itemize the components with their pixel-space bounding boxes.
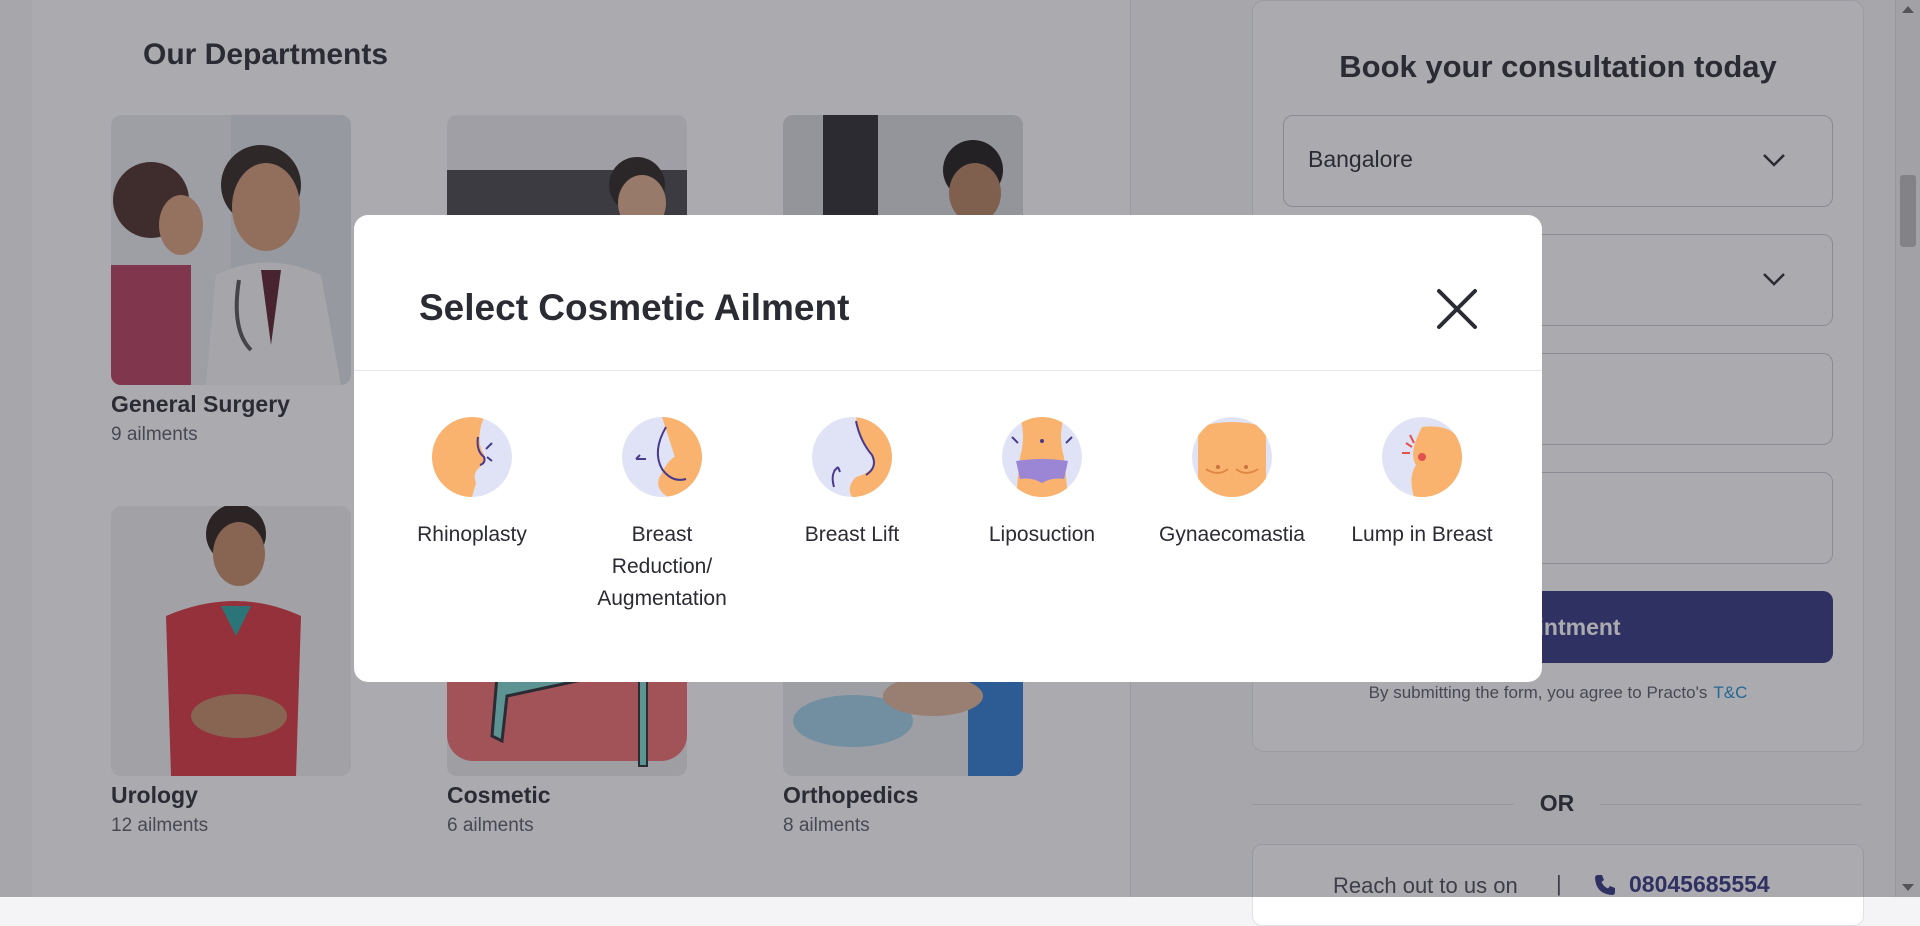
- select-ailment-modal: Select Cosmetic Ailment Rhinoplasty Brea…: [354, 215, 1542, 682]
- liposuction-icon: [1002, 417, 1082, 497]
- ailment-option-rhinoplasty[interactable]: Rhinoplasty: [392, 417, 552, 551]
- ailment-option-breast-lift[interactable]: Breast Lift: [772, 417, 932, 551]
- ailment-label: Lump in Breast: [1351, 523, 1493, 546]
- ailment-label: Breast Lift: [804, 523, 900, 546]
- close-icon[interactable]: [1435, 287, 1479, 331]
- lump-icon: [1382, 417, 1462, 497]
- ailment-option-liposuction[interactable]: Liposuction: [962, 417, 1122, 551]
- ailment-label: Rhinoplasty: [417, 523, 527, 546]
- ailment-label: Gynaecomastia: [1159, 523, 1305, 546]
- ailment-label: Liposuction: [988, 523, 1096, 546]
- breast-lift-icon: [812, 417, 892, 497]
- breast-augmentation-icon: [622, 417, 702, 497]
- ailment-option-gynaecomastia[interactable]: Gynaecomastia: [1152, 417, 1312, 551]
- ailment-option-lump-in-breast[interactable]: Lump in Breast: [1342, 417, 1502, 551]
- chest-icon: [1192, 417, 1272, 497]
- ailment-option-breast-reduction-augmentation[interactable]: Breast Reduction/ Augmentation: [582, 417, 742, 615]
- modal-divider: [354, 370, 1542, 371]
- modal-title: Select Cosmetic Ailment: [419, 287, 850, 328]
- nose-icon: [432, 417, 512, 497]
- ailment-label: Breast Reduction/ Augmentation: [597, 523, 727, 610]
